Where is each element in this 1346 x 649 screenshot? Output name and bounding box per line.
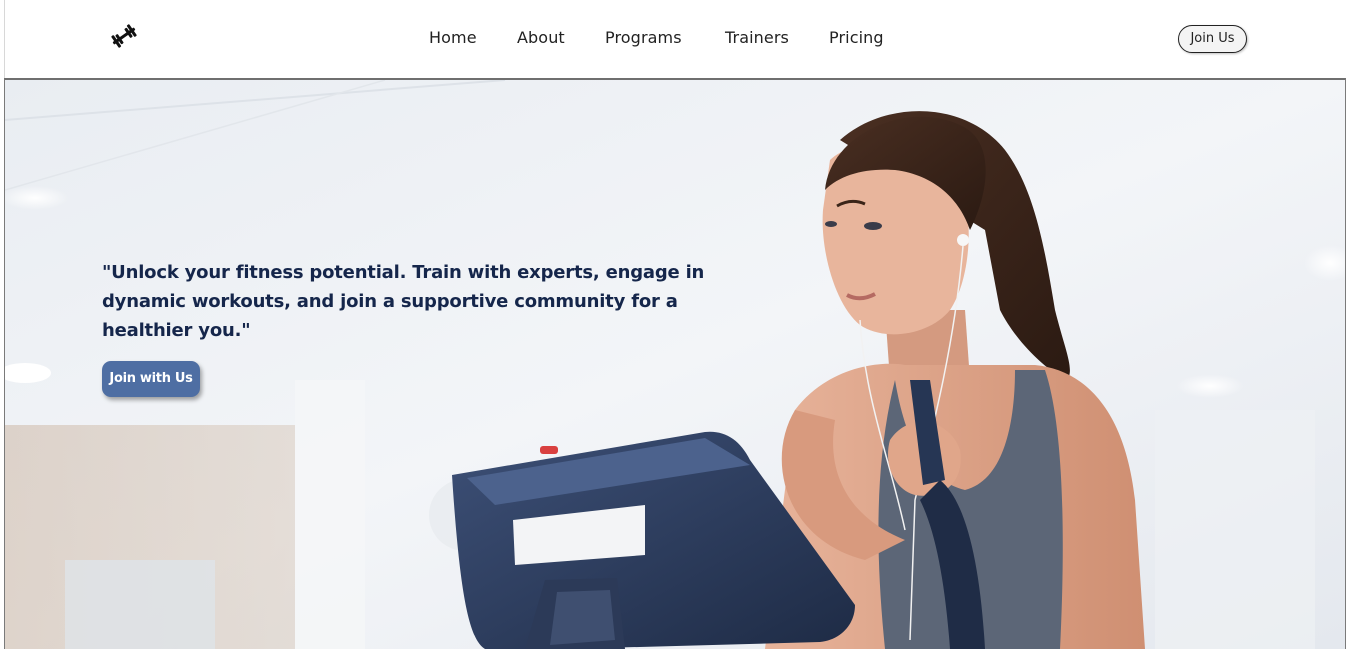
hero-image [5, 80, 1345, 649]
page: Home About Programs Trainers Pricing Joi… [0, 0, 1346, 649]
join-with-us-button[interactable]: Join with Us [102, 361, 200, 397]
hero-quote: "Unlock your fitness potential. Train wi… [102, 262, 705, 341]
hero-section: "Unlock your fitness potential. Train wi… [4, 78, 1346, 649]
nav-link-home[interactable]: Home [429, 28, 477, 47]
join-us-button[interactable]: Join Us [1178, 25, 1247, 53]
nav-link-programs[interactable]: Programs [605, 28, 682, 47]
main-nav: Home About Programs Trainers Pricing [5, 0, 1346, 78]
nav-link-pricing[interactable]: Pricing [829, 28, 884, 47]
nav-link-about[interactable]: About [517, 28, 565, 47]
navbar: Home About Programs Trainers Pricing Joi… [4, 0, 1346, 78]
nav-link-trainers[interactable]: Trainers [725, 28, 789, 47]
